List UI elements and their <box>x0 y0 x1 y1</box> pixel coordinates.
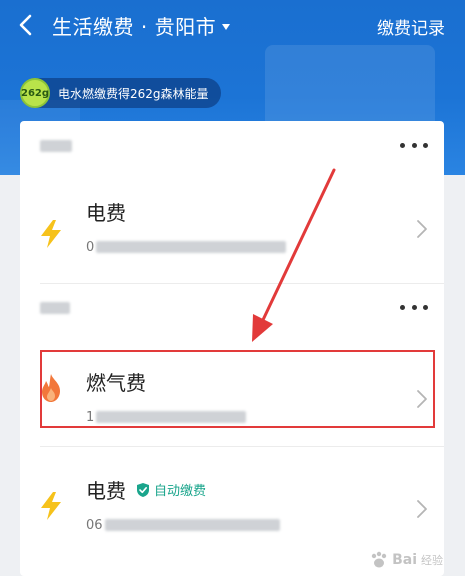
blurred-text <box>96 241 287 253</box>
blurred-text <box>104 519 280 531</box>
shield-check-icon <box>137 482 149 497</box>
divider <box>40 283 444 284</box>
page-title: 生活缴费 · 贵阳市 <box>52 14 217 39</box>
bill-name: 电费 <box>86 479 126 503</box>
bill-item-electricity[interactable]: 电费 0 <box>20 179 444 275</box>
lightning-icon <box>41 220 61 248</box>
more-dot-icon <box>423 304 428 310</box>
more-dot-icon <box>400 304 405 310</box>
account-number: 0 <box>86 239 95 255</box>
bill-name-row: 燃气费 <box>86 367 146 396</box>
account-number: 06 <box>86 517 103 533</box>
more-dot-icon <box>411 304 417 310</box>
watermark-suffix: 经验 <box>421 554 443 567</box>
more-dot-icon <box>400 142 405 148</box>
divider <box>40 446 444 447</box>
energy-text: 电水燃缴费得262g森林能量 <box>58 86 209 101</box>
energy-banner[interactable]: 262g 电水燃缴费得262g森林能量 <box>20 78 221 108</box>
flame-icon <box>42 374 60 402</box>
lightning-icon <box>41 492 61 520</box>
chevron-right-icon <box>417 390 427 408</box>
paw-icon <box>371 551 387 568</box>
bills-card: 电费 0 燃气费 1 电费 自动缴费 06 <box>20 121 444 576</box>
top-nav: 生活缴费 · 贵阳市 缴费记录 <box>0 0 465 52</box>
blurred-text <box>40 302 70 314</box>
chevron-right-icon <box>417 220 427 238</box>
watermark-text: Bai <box>392 552 417 568</box>
bill-account: 06 <box>86 517 280 533</box>
group-header <box>20 125 444 167</box>
more-dot-icon <box>423 142 428 148</box>
bill-name-row: 电费 <box>86 197 126 226</box>
city-selector[interactable]: 生活缴费 · 贵阳市 <box>52 9 231 41</box>
chevron-right-icon <box>417 500 427 518</box>
bill-name: 电费 <box>86 201 126 225</box>
group-name <box>40 138 72 154</box>
chevron-left-icon <box>19 14 32 36</box>
blurred-text <box>96 411 247 423</box>
bill-account: 0 <box>86 239 287 255</box>
bill-item-gas[interactable]: 燃气费 1 <box>20 349 444 445</box>
bill-name: 燃气费 <box>86 371 146 395</box>
bill-name-row: 电费 自动缴费 <box>86 475 206 504</box>
auto-pay-label: 自动缴费 <box>154 484 207 499</box>
more-options-button[interactable] <box>400 297 428 317</box>
payment-records-link[interactable]: 缴费记录 <box>377 14 445 39</box>
more-options-button[interactable] <box>400 135 428 155</box>
group-name <box>40 300 70 316</box>
auto-pay-badge: 自动缴费 <box>136 480 206 499</box>
energy-badge: 262g <box>20 78 50 108</box>
bill-item-electricity-auto[interactable]: 电费 自动缴费 06 <box>20 457 444 553</box>
blurred-text <box>40 140 72 152</box>
more-dot-icon <box>411 142 417 148</box>
caret-down-icon <box>222 24 231 30</box>
group-header <box>20 287 444 329</box>
watermark: Bai 经验 <box>369 550 443 570</box>
back-button[interactable] <box>14 11 40 39</box>
bill-account: 1 <box>86 409 247 425</box>
account-number: 1 <box>86 409 95 425</box>
